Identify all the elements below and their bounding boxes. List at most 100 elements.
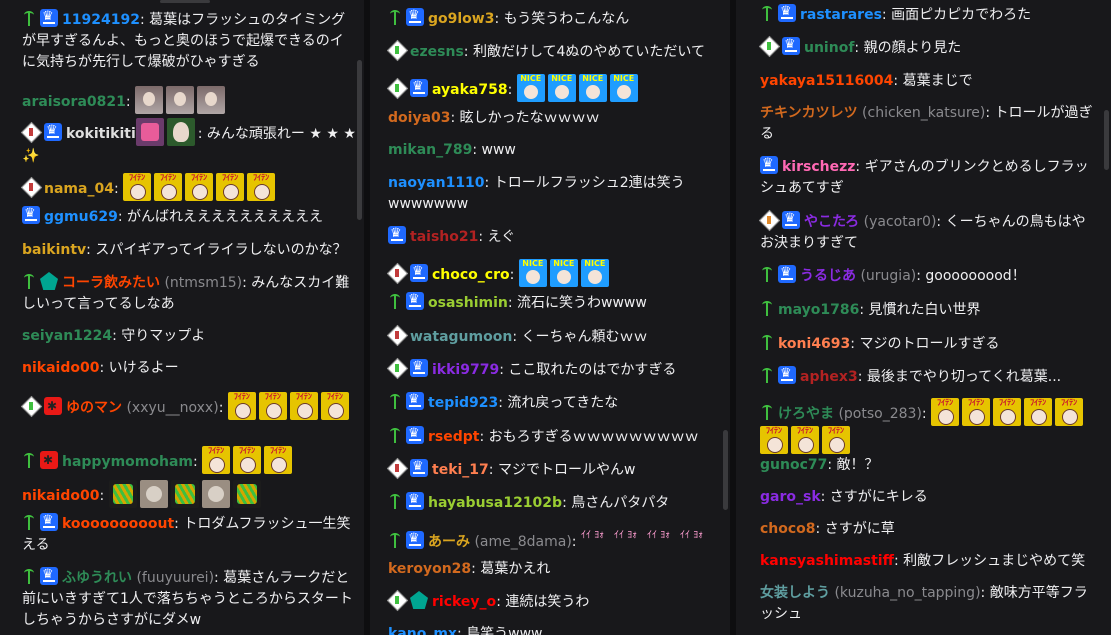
fuiten-emote-icon [931, 398, 960, 426]
crown-badge-icon [406, 291, 424, 310]
username[interactable]: seiyan1224 [22, 328, 112, 344]
chat-message: rsedpt: おもろすぎるｗｗｗｗｗｗｗｗｗ [388, 425, 723, 448]
crown-badge-icon [406, 425, 424, 444]
username[interactable]: taisho21 [410, 229, 478, 245]
username[interactable]: ikki9779 [432, 362, 499, 378]
chat-message: kirschezz: ギアさんのブリンクとめるしフラッシュあてすぎ [760, 155, 1095, 199]
chat-scrollbar[interactable] [1101, 0, 1111, 635]
username[interactable]: nama_04 [44, 181, 114, 197]
grass-emote-icon [232, 480, 261, 508]
chat-panel-3[interactable]: rastarares: 画面ピカピカでわろた uninof: 親の顔より見た y… [736, 0, 1111, 635]
username[interactable]: 11924192 [62, 12, 140, 28]
username[interactable]: kano_mx [388, 626, 457, 635]
username[interactable]: happymomoham [62, 454, 193, 470]
chat-message: けろやま (potso_283): [760, 398, 1105, 454]
chat-message: koni4693: マジのトロールすぎる [760, 333, 1095, 355]
login-name: (potso_283) [838, 406, 922, 422]
chat-message: tepid923: 流れ戻ってきたな [388, 391, 723, 414]
username[interactable]: naoyan1110 [388, 175, 485, 191]
username[interactable]: choco8 [760, 521, 816, 537]
chat-message: ggmu629: がんばれええええええええええ [22, 205, 357, 228]
username[interactable]: teki_17 [432, 462, 489, 478]
username[interactable]: ゆのマン [66, 400, 122, 416]
pentagon-badge-icon [40, 272, 58, 290]
username[interactable]: gunoc77 [760, 457, 827, 473]
chat-message: コーラ飲みたい (ntmsm15): みんなスカイ難しいって言ってるしなあ [22, 272, 357, 315]
username[interactable]: rsedpt [428, 429, 479, 445]
username[interactable]: watagumoon [410, 329, 512, 345]
message-text: : 流石に笑うわwwww [507, 295, 647, 311]
scroll-thumb[interactable] [1104, 110, 1109, 170]
username[interactable]: keroyon28 [388, 561, 471, 577]
crown-badge-icon [406, 491, 424, 510]
username[interactable]: mikan_789 [388, 142, 472, 158]
face-emote-icon [166, 86, 195, 114]
chat-message: ゆのマン (xxyu__noxx): [22, 392, 357, 420]
chat-panel-2[interactable]: go9low3: もう笑うわこんなん ezesns: 利敵だけして4ぬのやめてい… [370, 0, 730, 635]
username[interactable]: uninof [804, 40, 854, 56]
username[interactable]: 女装しよう [760, 585, 830, 601]
character-emote-icon [166, 118, 195, 146]
username[interactable]: garo_sk [760, 489, 821, 505]
fuiten-emote-icon [123, 173, 152, 201]
username[interactable]: ezesns [410, 44, 464, 60]
message-text: : 最後までやり切ってくれ葛葉... [857, 369, 1062, 385]
chat-message: ezesns: 利敵だけして4ぬのやめていただいて [388, 41, 723, 63]
nice-emote-icon [518, 259, 547, 287]
username[interactable]: osashimin [428, 295, 508, 311]
chat-scrollbar[interactable] [354, 0, 364, 635]
username[interactable]: コーラ飲みたい [62, 275, 160, 291]
chat-message: naoyan1110: トロールフラッシュ2連は笑うwwwwwww [388, 173, 723, 215]
diamond-badge-icon [760, 211, 778, 229]
username[interactable]: tepid923 [428, 395, 498, 411]
message-text: : 鳥笑うwww [456, 626, 543, 635]
chat-message: go9low3: もう笑うわこんなん [388, 7, 723, 30]
username[interactable]: kansyashimastiff [760, 553, 894, 569]
username[interactable]: あーみ [428, 534, 470, 550]
username[interactable]: mayo1786 [778, 302, 859, 318]
username[interactable]: aphex3 [800, 369, 858, 385]
username[interactable]: rickey_o [432, 594, 496, 610]
chat-message: araisora0821: [22, 86, 357, 114]
username[interactable]: koni4693 [778, 336, 850, 352]
crown-badge-icon [406, 391, 424, 410]
username[interactable]: araisora0821 [22, 94, 126, 110]
cat-emote-icon [201, 480, 230, 508]
username[interactable]: nikaido00 [22, 488, 99, 504]
username[interactable]: うるじあ [800, 268, 856, 284]
face-emote-icon [197, 86, 226, 114]
username[interactable]: やこたろ [804, 214, 859, 230]
crown-badge-icon [782, 36, 800, 55]
username[interactable]: hayabusa12102b [428, 495, 562, 511]
stem-badge-icon [388, 8, 402, 26]
iiyo-emote-icon [680, 526, 710, 554]
username[interactable]: チキンカツレツ [760, 105, 858, 121]
sticker-emote-icon [135, 118, 164, 146]
username[interactable]: baikintv [22, 242, 86, 258]
username[interactable]: kooooooooout [62, 516, 174, 532]
chat-panel-1[interactable]: 11924192: 葛葉はフラッシュのタイミングが早すぎるんよ、もっと奥のほうで… [0, 0, 364, 635]
nice-emote-icon [547, 74, 576, 102]
username[interactable]: ayaka758 [432, 82, 508, 98]
stem-badge-icon [760, 366, 774, 384]
username[interactable]: ふゆうれい [62, 570, 132, 586]
username[interactable]: nikaido00 [22, 360, 99, 376]
chat-scrollbar[interactable] [720, 0, 730, 635]
username[interactable]: kirschezz [782, 159, 855, 175]
chat-message: kansyashimastiff: 利敵フレッシュまじやめて笑 [760, 551, 1095, 572]
username[interactable]: yakaya15116004 [760, 73, 893, 89]
username[interactable]: choco_cro [432, 267, 510, 283]
username[interactable]: go9low3 [428, 11, 494, 27]
fuiten-emote-icon [962, 398, 991, 426]
scroll-thumb[interactable] [357, 60, 362, 220]
message-text: : [921, 406, 932, 422]
message-text: : おもろすぎるｗｗｗｗｗｗｗｗｗ [479, 429, 699, 445]
username[interactable]: doiya03 [388, 110, 451, 126]
username[interactable]: rastarares [800, 7, 882, 23]
username[interactable]: kokitikiti [66, 126, 136, 142]
username[interactable]: けろやま [778, 406, 834, 422]
scroll-thumb[interactable] [723, 430, 728, 510]
username[interactable]: ggmu629 [44, 209, 118, 225]
stem-badge-icon [22, 272, 36, 290]
message-text: : [509, 267, 519, 283]
